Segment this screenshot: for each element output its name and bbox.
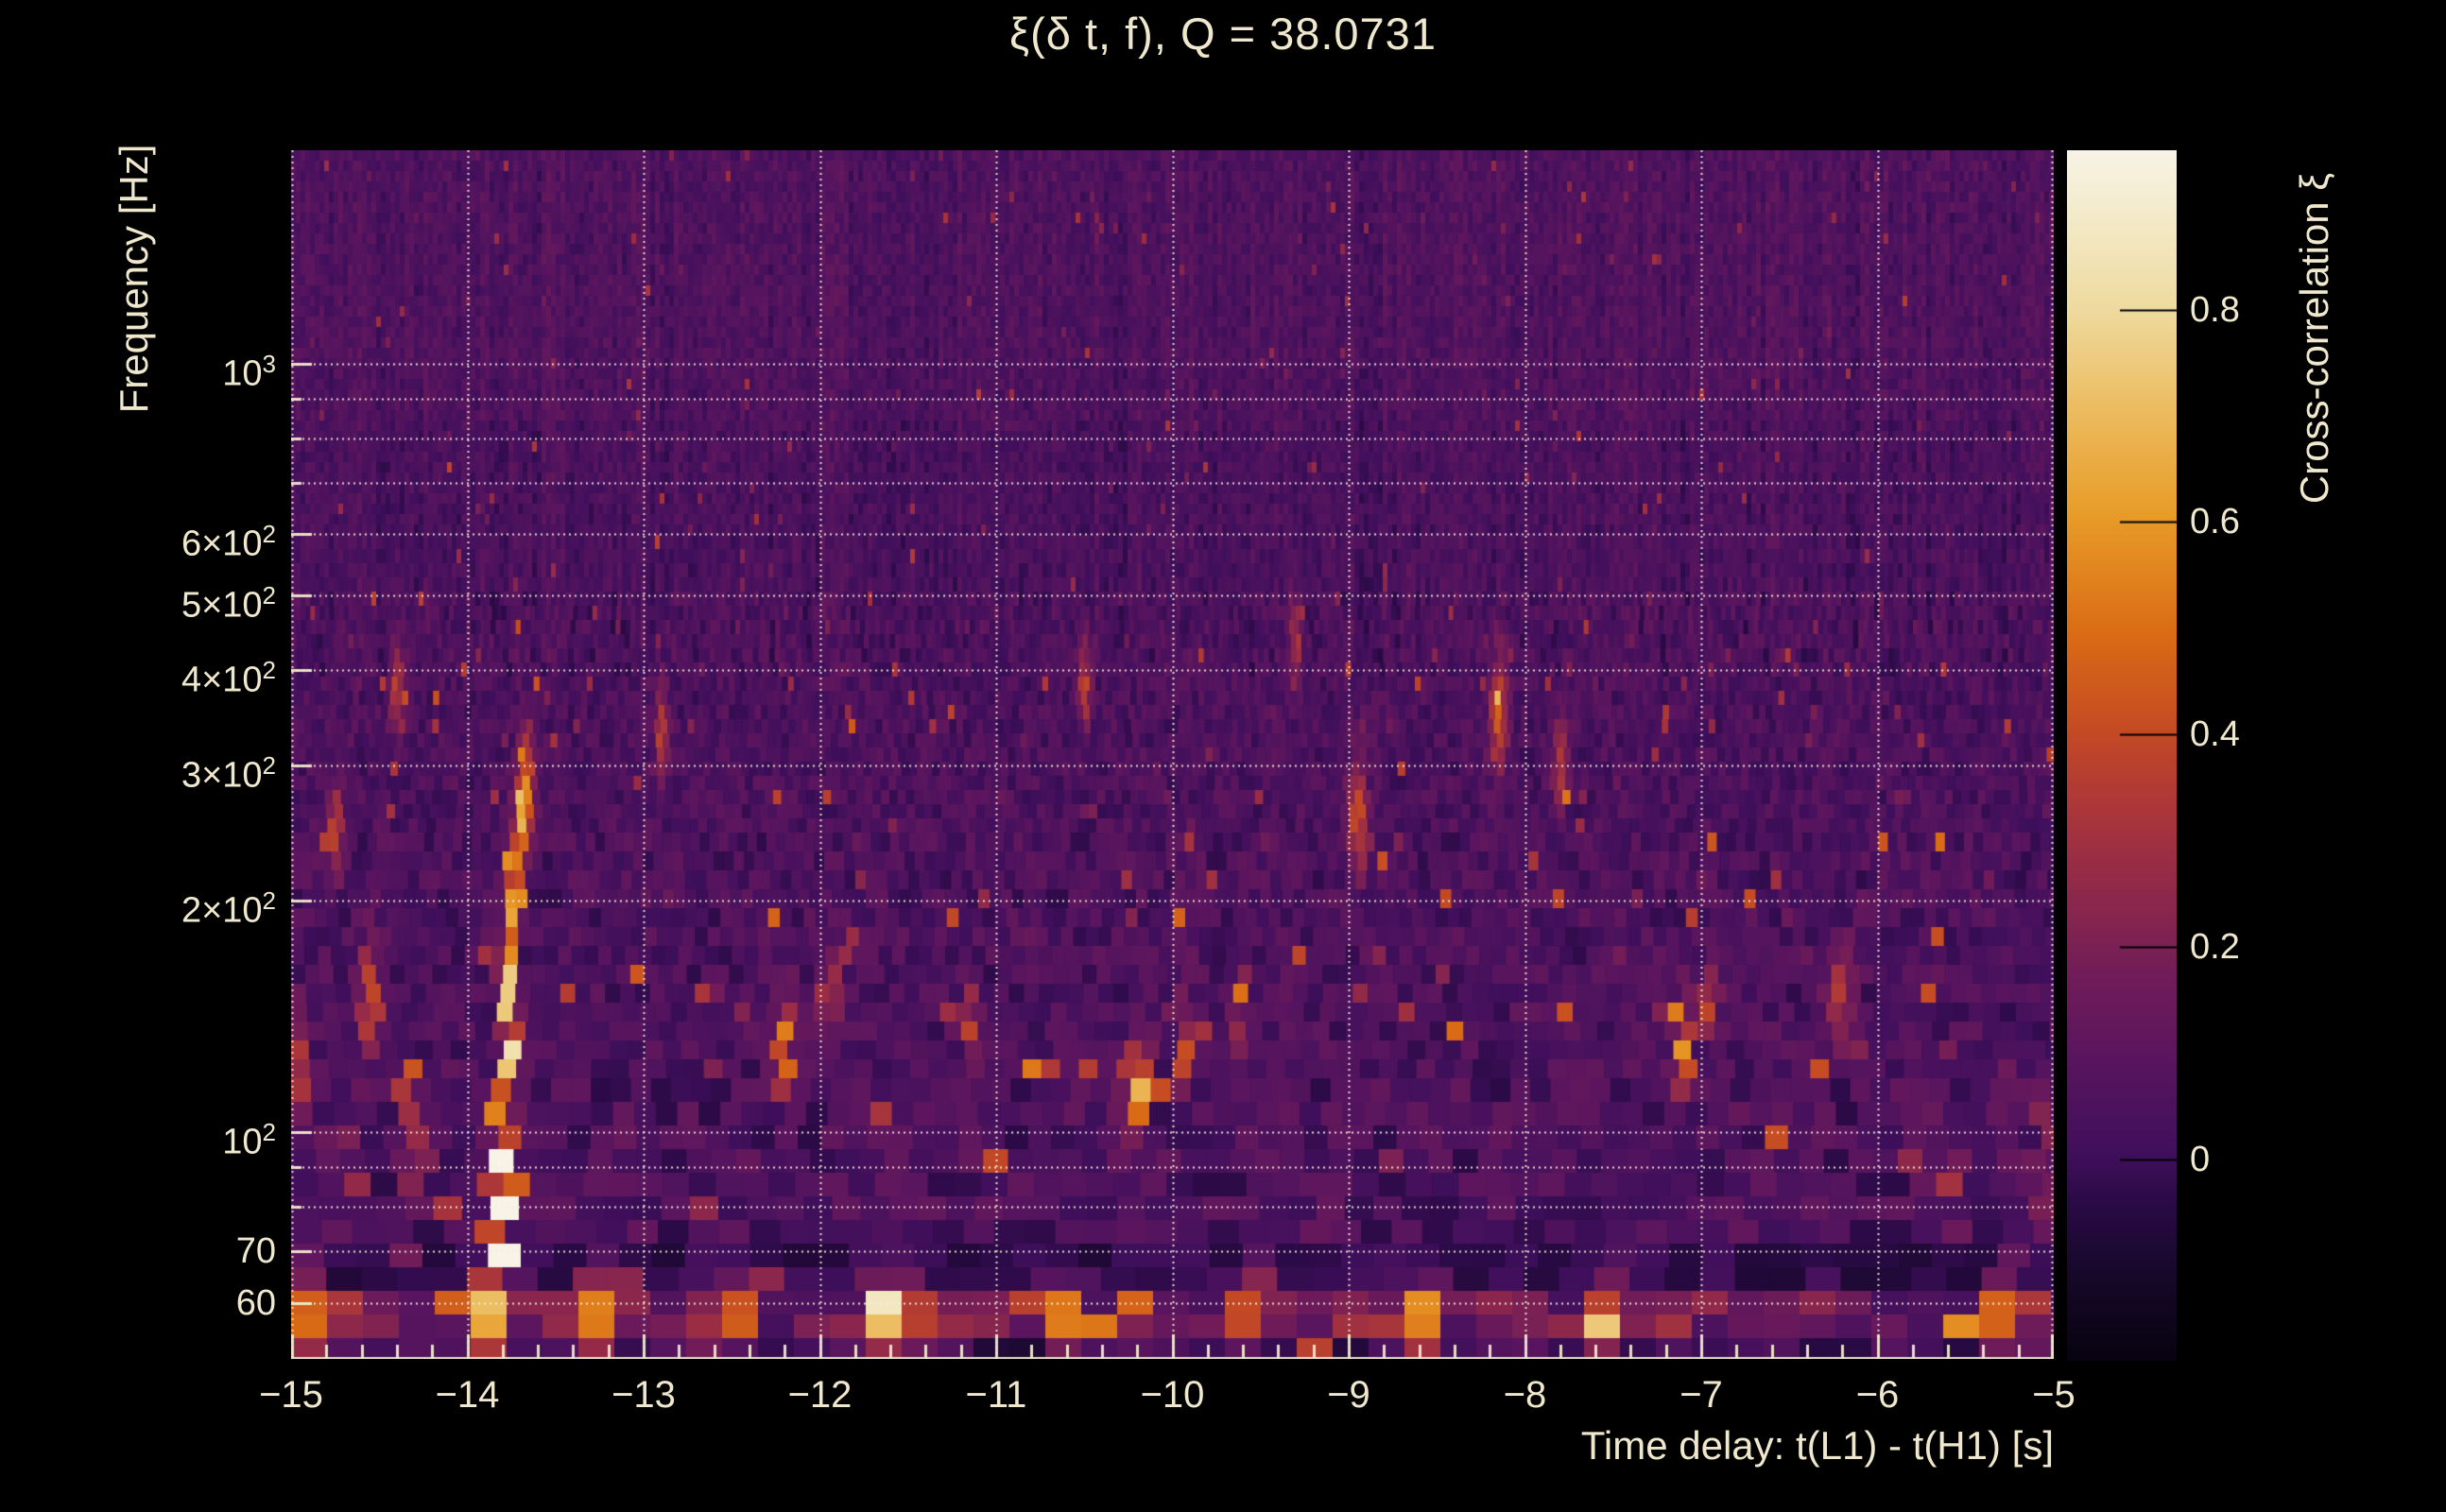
- x-tick-label: −8: [1503, 1374, 1547, 1416]
- x-tick-label: −14: [435, 1374, 500, 1416]
- x-axis-label: Time delay: t(L1) - t(H1) [s]: [1580, 1423, 2054, 1468]
- x-tick-label: −15: [259, 1374, 323, 1416]
- y-tick-label: 4×102: [181, 655, 276, 700]
- x-tick-label: −13: [612, 1374, 676, 1416]
- y-tick-label: 6×102: [181, 520, 276, 565]
- y-tick-label: 3×102: [181, 751, 276, 796]
- x-tick-label: −11: [965, 1374, 1027, 1416]
- y-tick-label: 5×102: [181, 580, 276, 626]
- y-tick-label: 60: [235, 1282, 276, 1323]
- y-tick-label: 2×102: [181, 886, 276, 932]
- y-tick-label: 70: [235, 1231, 276, 1272]
- colorbar-tick-label: 0.6: [2190, 502, 2240, 542]
- colorbar-label: Cross-correlation ξ: [2292, 172, 2336, 505]
- heatmap-canvas: [291, 150, 2054, 1359]
- x-tick-label: −5: [2032, 1374, 2076, 1416]
- x-tick-label: −7: [1679, 1374, 1723, 1416]
- colorbar-canvas: [2067, 150, 2177, 1361]
- y-axis-label: Frequency [Hz]: [112, 144, 156, 414]
- y-tick-label: 103: [222, 350, 276, 394]
- colorbar-tick-label: 0.8: [2190, 289, 2240, 330]
- x-tick-label: −10: [1140, 1374, 1205, 1416]
- x-tick-label: −6: [1855, 1374, 1900, 1416]
- x-tick-label: −12: [787, 1374, 853, 1416]
- y-tick-label: 102: [222, 1118, 276, 1162]
- colorbar-tick-label: 0: [2190, 1139, 2211, 1179]
- colorbar-tick-label: 0.2: [2190, 926, 2240, 967]
- x-tick-label: −9: [1327, 1374, 1370, 1416]
- chart-title: ξ(δ t, f), Q = 38.0731: [1009, 9, 1437, 59]
- colorbar-tick-label: 0.4: [2190, 714, 2240, 755]
- qscan-figure: ξ(δ t, f), Q = 38.0731 Frequency [Hz] Ti…: [0, 0, 2446, 1512]
